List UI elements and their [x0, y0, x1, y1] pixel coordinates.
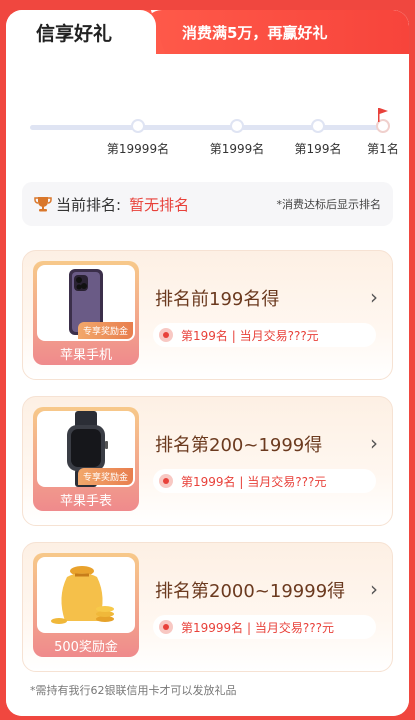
progress-label: 第199名 — [294, 142, 342, 156]
prize-title: 排名第2000~19999得 — [155, 581, 346, 602]
prize-caption: 苹果手表 — [59, 494, 112, 509]
current-rank-bar: 当前排名: 暂无排名 *消费达标后显示排名 — [22, 182, 393, 226]
prize-caption: 500奖励金 — [54, 640, 118, 655]
rank-progress-track — [30, 125, 385, 130]
prize-info-pill: 第199名 | 当月交易???元 — [153, 323, 376, 347]
prize-title: 排名前199名得 — [155, 289, 280, 310]
progress-label: 第19999名 — [106, 142, 170, 156]
chevron-right-icon[interactable]: › — [370, 431, 378, 455]
prize-caption: 苹果手机 — [59, 348, 112, 363]
prize-info-pill: 第1999名 | 当月交易???元 — [153, 469, 376, 493]
prize-card-bonus[interactable]: 500奖励金 排名第2000~19999得 › 第19999名 | 当月交易??… — [22, 542, 393, 672]
rank-label: 当前排名: — [56, 195, 122, 214]
progress-label: 第1999名 — [209, 142, 265, 156]
target-icon — [159, 620, 173, 634]
target-icon — [159, 474, 173, 488]
subtitle-tab: 消费满5万，再赢好礼 — [144, 10, 409, 54]
chevron-right-icon[interactable]: › — [370, 285, 378, 309]
prize-info-text: 第19999名 | 当月交易???元 — [181, 620, 334, 635]
main-panel: 消费满5万，再赢好礼 信享好礼 第19999名 第1999名 第199名 第1名… — [6, 10, 409, 716]
trophy-icon — [34, 197, 52, 212]
prize-badge: 专享奖励金 — [77, 322, 133, 339]
title-tab: 信享好礼 — [6, 10, 156, 54]
progress-node — [131, 119, 145, 133]
prize-info-pill: 第19999名 | 当月交易???元 — [153, 615, 376, 639]
target-icon — [159, 328, 173, 342]
progress-node — [311, 119, 325, 133]
prize-info-text: 第199名 | 当月交易???元 — [181, 328, 319, 343]
prize-card-iphone[interactable]: 专享奖励金 苹果手机 排名前199名得 › 第199名 | 当月交易???元 — [22, 250, 393, 380]
watermark: cardyang — [329, 698, 405, 714]
progress-label: 第1名 — [367, 142, 399, 156]
prize-thumbnail: 500奖励金 — [33, 553, 139, 657]
prize-badge: 专享奖励金 — [77, 468, 133, 485]
progress-node — [230, 119, 244, 133]
rank-value: 暂无排名 — [129, 195, 190, 214]
rank-note: *消费达标后显示排名 — [276, 198, 382, 211]
prize-card-watch[interactable]: 专享奖励金 苹果手表 排名第200~1999得 › 第1999名 | 当月交易?… — [22, 396, 393, 526]
chevron-right-icon[interactable]: › — [370, 577, 378, 601]
prize-thumbnail: 专享奖励金 苹果手机 — [33, 261, 139, 365]
prize-info-text: 第1999名 | 当月交易???元 — [181, 474, 327, 489]
coins-bag-icon — [51, 566, 114, 624]
prize-title: 排名第200~1999得 — [155, 435, 323, 456]
prize-thumbnail: 专享奖励金 苹果手表 — [33, 407, 139, 511]
flag-icon — [378, 108, 388, 122]
footer-note: *需持有我行62银联信用卡才可以发放礼品 — [30, 684, 237, 697]
subtitle-text: 消费满5万，再赢好礼 — [182, 23, 328, 42]
page-title: 信享好礼 — [36, 22, 113, 45]
